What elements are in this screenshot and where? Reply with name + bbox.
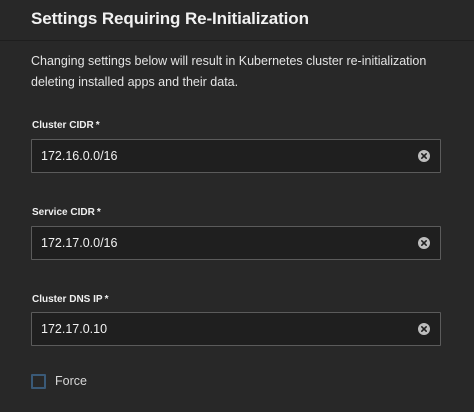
clear-circle-icon[interactable] — [418, 150, 430, 162]
cluster-cidr-label-text: Cluster CIDR — [32, 120, 94, 131]
force-checkbox-row[interactable]: Force — [31, 373, 87, 389]
service-cidr-input[interactable] — [41, 227, 401, 259]
section-title: Settings Requiring Re-Initialization — [31, 9, 309, 28]
cluster-dns-ip-label: Cluster DNS IP * — [32, 294, 108, 305]
required-mark: * — [104, 294, 109, 305]
cluster-cidr-field[interactable] — [31, 139, 441, 173]
service-cidr-label: Service CIDR * — [32, 207, 101, 218]
cluster-cidr-label: Cluster CIDR * — [32, 120, 100, 131]
clear-circle-icon[interactable] — [418, 323, 430, 335]
cluster-dns-ip-label-text: Cluster DNS IP — [32, 294, 103, 305]
section-description: Changing settings below will result in K… — [31, 54, 427, 89]
force-checkbox-label[interactable]: Force — [55, 374, 87, 388]
reinit-settings-panel: Settings Requiring Re-Initialization Cha… — [0, 0, 474, 412]
cluster-dns-ip-input[interactable] — [41, 313, 401, 345]
cluster-dns-ip-field[interactable] — [31, 312, 441, 346]
required-mark: * — [96, 207, 101, 218]
section-divider — [0, 40, 474, 41]
force-checkbox[interactable] — [31, 373, 46, 389]
required-mark: * — [95, 120, 100, 131]
clear-circle-icon[interactable] — [418, 237, 430, 249]
service-cidr-field[interactable] — [31, 226, 441, 260]
cluster-cidr-input[interactable] — [41, 140, 401, 172]
service-cidr-label-text: Service CIDR — [32, 207, 95, 218]
